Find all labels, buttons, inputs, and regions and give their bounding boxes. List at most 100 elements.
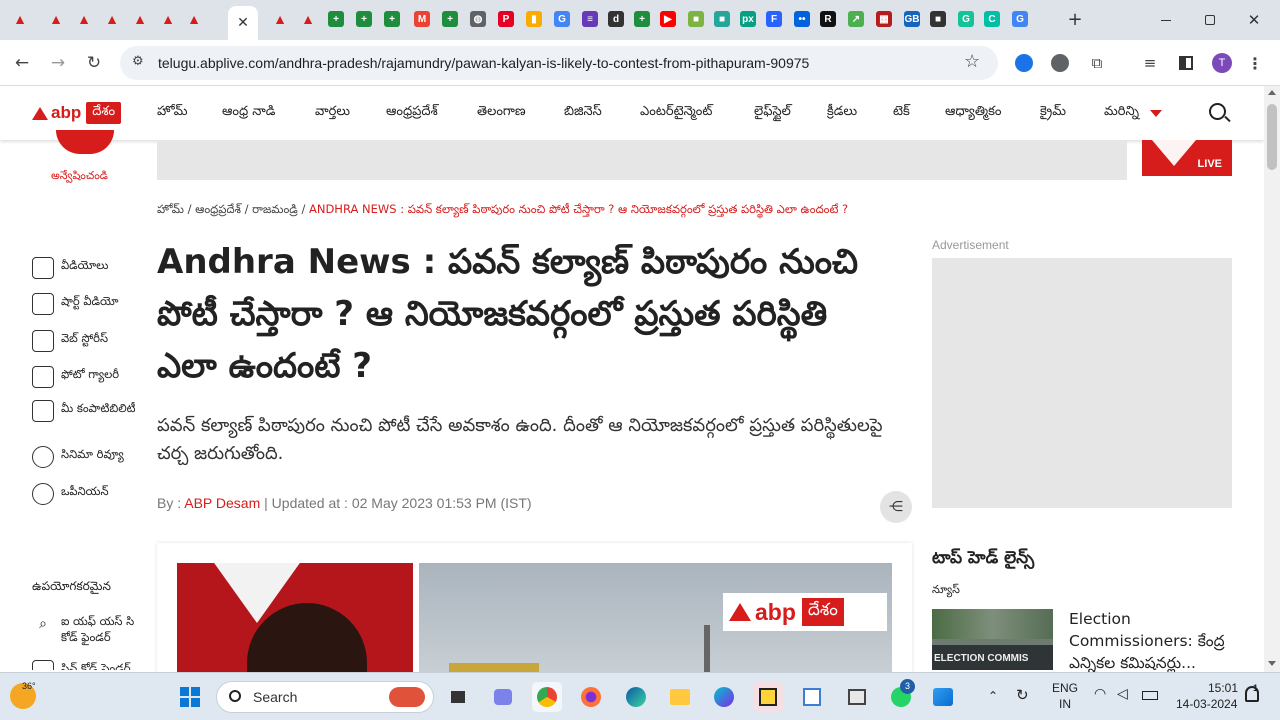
nav-item[interactable]: ఆధ్యాత్మికం bbox=[945, 104, 1002, 122]
extension-icon[interactable] bbox=[1013, 52, 1035, 74]
browser-tab[interactable]: G bbox=[1008, 6, 1032, 32]
browser-tab[interactable]: ▲ bbox=[72, 6, 96, 32]
start-button[interactable] bbox=[175, 682, 205, 712]
browser-tab[interactable]: ▲ bbox=[156, 6, 180, 32]
extensions-puzzle-button[interactable]: ⧉ bbox=[1086, 52, 1108, 74]
breadcrumb-home[interactable]: హోమ్ bbox=[157, 202, 184, 216]
browser-tab[interactable]: G bbox=[550, 6, 574, 32]
search-icon[interactable] bbox=[1209, 103, 1226, 120]
profile-avatar[interactable]: T bbox=[1211, 52, 1233, 74]
close-window-button[interactable]: ✕ bbox=[1232, 8, 1276, 32]
nav-item[interactable]: ఎంటర్‌టైన్మెంట్ bbox=[640, 104, 712, 122]
browser-tab[interactable]: C bbox=[980, 6, 1004, 32]
firefox-taskbar-button[interactable] bbox=[576, 682, 606, 712]
sticky-notes-button[interactable] bbox=[753, 682, 783, 712]
nav-item[interactable]: వార్తలు bbox=[315, 104, 350, 122]
nav-item[interactable]: టెక్ bbox=[893, 104, 910, 122]
browser-tab[interactable]: ▲ bbox=[268, 6, 292, 32]
chrome-taskbar-button[interactable] bbox=[532, 682, 562, 712]
sidebar-item[interactable]: వీడియోలు bbox=[32, 257, 151, 279]
restore-button[interactable] bbox=[1188, 8, 1232, 32]
address-bar[interactable]: ⚙ telugu.abplive.com/andhra-pradesh/raja… bbox=[120, 46, 998, 80]
author-link[interactable]: ABP Desam bbox=[184, 495, 260, 511]
nav-item[interactable]: బిజినెస్ bbox=[564, 104, 602, 122]
volume-icon[interactable]: ◁ bbox=[1117, 686, 1128, 702]
page-scrollbar[interactable] bbox=[1264, 86, 1280, 672]
teams-button[interactable] bbox=[488, 682, 518, 712]
browser-tab[interactable]: P bbox=[494, 6, 518, 32]
nav-item[interactable]: తెలంగాణ bbox=[477, 104, 526, 122]
menu-more-chevron-icon[interactable] bbox=[1150, 110, 1162, 117]
close-tab-icon[interactable]: ✕ bbox=[237, 15, 249, 31]
browser-tab[interactable]: ▶ bbox=[656, 6, 680, 32]
nav-item[interactable]: క్రైమ్ bbox=[1040, 104, 1066, 122]
browser-tab[interactable]: ■ bbox=[684, 6, 708, 32]
sidebar-item[interactable]: షార్ట్ వీడియో bbox=[32, 293, 151, 315]
browser-tab[interactable]: F bbox=[762, 6, 786, 32]
news-thumbnail[interactable]: ELECTION COMMIS bbox=[932, 609, 1053, 670]
browser-tab[interactable]: ↗ bbox=[844, 6, 868, 32]
sidebar-item[interactable]: మీ కంపాటిబిలిటీ bbox=[32, 400, 151, 422]
active-tab[interactable]: ✕ bbox=[228, 6, 258, 40]
forward-button[interactable]: → bbox=[44, 50, 72, 76]
sidebar-item[interactable]: సినిమా రివ్యూ bbox=[32, 446, 151, 468]
browser-tab[interactable]: ▮ bbox=[522, 6, 546, 32]
new-tab-button[interactable]: + bbox=[1064, 9, 1086, 31]
sidebar-item[interactable]: పిన్ కోడ్ ఫైండర్ bbox=[32, 660, 151, 670]
breadcrumb-city[interactable]: రాజమండ్రి bbox=[252, 202, 298, 216]
sidebar-item[interactable]: ఒపీనియన్ bbox=[32, 483, 151, 505]
browser-tab[interactable]: ◍ bbox=[466, 6, 490, 32]
browser-tab[interactable]: ▲ bbox=[182, 6, 206, 32]
browser-tab[interactable]: ▲ bbox=[8, 6, 32, 32]
browser-tab[interactable]: R bbox=[816, 6, 840, 32]
browser-tab[interactable]: ■ bbox=[926, 6, 950, 32]
article-hero-image[interactable]: abp దేశం bbox=[177, 563, 892, 673]
reading-list-button[interactable]: ≡ bbox=[1139, 52, 1161, 74]
nav-item[interactable]: ఆంధ్ర నాడి bbox=[222, 104, 275, 122]
browser-tab[interactable]: ▦ bbox=[872, 6, 896, 32]
news-app-button[interactable] bbox=[797, 682, 827, 712]
language-line2[interactable]: IN bbox=[1059, 697, 1071, 711]
file-explorer-button[interactable] bbox=[665, 682, 695, 712]
browser-tab[interactable]: + bbox=[380, 6, 404, 32]
browser-tab[interactable]: •• bbox=[790, 6, 814, 32]
sidebar-item[interactable]: ⌕ ఐ యఫ్ యస్ సి కోడ్ ఫైండర్ bbox=[32, 613, 151, 645]
sidebar-item[interactable]: ఫోటో గ్యాలరీ bbox=[32, 366, 151, 388]
side-panel-button[interactable] bbox=[1175, 52, 1197, 74]
extension-icon[interactable] bbox=[1049, 52, 1071, 74]
sync-icon[interactable]: ↻ bbox=[1016, 686, 1029, 704]
browser-tab[interactable]: + bbox=[352, 6, 376, 32]
clock-time[interactable]: 15:01 bbox=[1208, 681, 1238, 695]
browser-tab[interactable]: ▲ bbox=[296, 6, 320, 32]
browser-tab[interactable]: + bbox=[438, 6, 462, 32]
breadcrumb-section[interactable]: ఆంధ్రప్రదేశ్ bbox=[195, 202, 241, 216]
tray-chevron-icon[interactable]: ⌃ bbox=[988, 689, 998, 703]
nav-item[interactable]: మరిన్ని bbox=[1104, 104, 1139, 122]
sidebar-item[interactable]: వెబ్ స్టోరీస్ bbox=[32, 330, 151, 352]
live-badge[interactable]: LIVE bbox=[1142, 140, 1232, 176]
url-text[interactable]: telugu.abplive.com/andhra-pradesh/rajamu… bbox=[158, 55, 809, 71]
battery-icon[interactable] bbox=[1142, 691, 1158, 700]
browser-tab[interactable]: GB bbox=[900, 6, 924, 32]
browser-tab[interactable]: ▲ bbox=[44, 6, 68, 32]
news-headline-link[interactable]: Election Commissioners: కేంద్ర ఎన్నికల క… bbox=[1069, 608, 1239, 674]
task-view-button[interactable] bbox=[443, 682, 473, 712]
language-line1[interactable]: ENG bbox=[1052, 681, 1078, 695]
scroll-down-arrow-icon[interactable] bbox=[1268, 661, 1276, 666]
browser-tab[interactable]: ≡ bbox=[578, 6, 602, 32]
share-button[interactable]: ⋲ bbox=[880, 491, 912, 523]
browser-tab[interactable]: M bbox=[410, 6, 434, 32]
browser-tab[interactable]: + bbox=[630, 6, 654, 32]
browser-tab[interactable]: G bbox=[954, 6, 978, 32]
store-button[interactable] bbox=[842, 682, 872, 712]
browser-tab[interactable]: ▲ bbox=[100, 6, 124, 32]
site-info-icon[interactable]: ⚙ bbox=[132, 54, 144, 69]
photos-taskbar-button[interactable] bbox=[928, 682, 958, 712]
wifi-icon[interactable]: ◠ bbox=[1094, 686, 1106, 702]
browser-tab[interactable]: d bbox=[604, 6, 628, 32]
edge-taskbar-button[interactable] bbox=[621, 682, 651, 712]
browser-tab[interactable]: ■ bbox=[710, 6, 734, 32]
taskbar-search[interactable]: Search bbox=[216, 681, 434, 713]
back-button[interactable]: ← bbox=[8, 50, 36, 76]
nav-item[interactable]: క్రీడలు bbox=[827, 104, 857, 122]
